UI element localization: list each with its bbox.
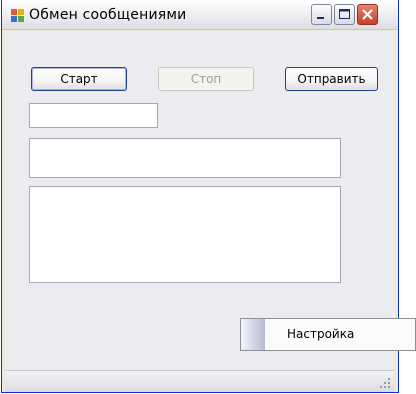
title-bar[interactable]: Обмен сообщениями: [2, 0, 398, 30]
close-button[interactable]: [357, 4, 378, 25]
messages-textarea[interactable]: [29, 186, 341, 283]
close-icon: [362, 9, 373, 20]
maximize-button[interactable]: [334, 4, 355, 25]
stop-button: Стоп: [158, 67, 254, 91]
short-text-input[interactable]: [29, 103, 158, 128]
app-window-icon: [11, 8, 25, 22]
status-bar: [5, 370, 394, 392]
window-title: Обмен сообщениями: [29, 7, 187, 23]
resize-grip-icon[interactable]: [379, 377, 391, 389]
context-menu: Настройка: [240, 318, 416, 351]
menu-item-settings[interactable]: Настройка: [287, 327, 354, 341]
context-menu-icon-strip: [241, 319, 265, 350]
message-input[interactable]: [29, 138, 341, 178]
send-button[interactable]: Отправить: [285, 67, 378, 91]
minimize-button[interactable]: [311, 4, 332, 25]
minimize-icon: [317, 17, 324, 19]
maximize-icon: [339, 9, 350, 19]
start-button[interactable]: Старт: [31, 67, 127, 91]
